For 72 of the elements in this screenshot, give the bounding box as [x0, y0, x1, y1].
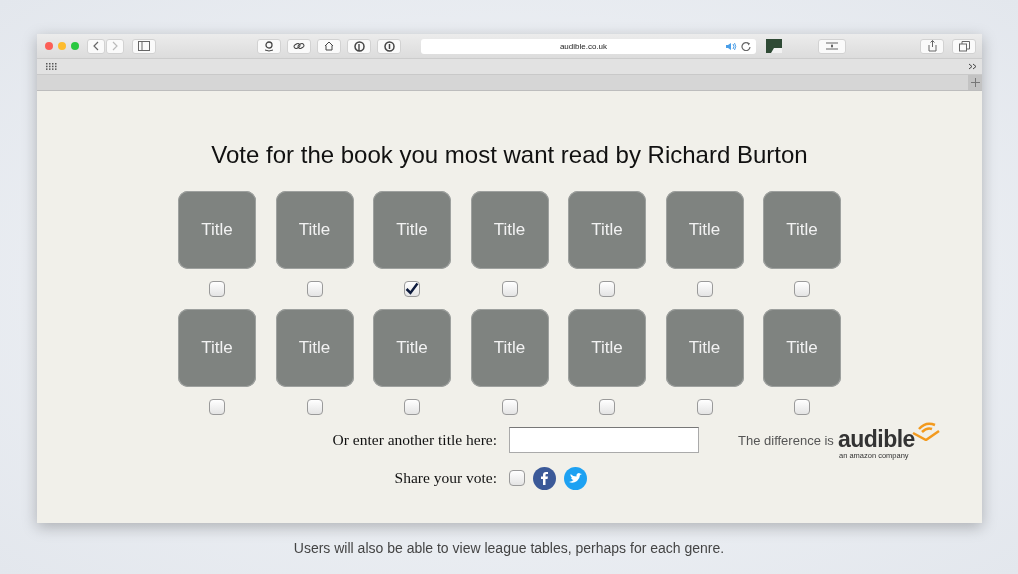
book-tile[interactable]: Title — [275, 191, 354, 269]
book-tile[interactable]: Title — [373, 191, 451, 269]
other-title-label: Or enter another title here: — [332, 431, 498, 449]
vote-checkbox[interactable] — [404, 399, 420, 415]
book-tile[interactable]: Title — [275, 309, 354, 387]
tabs-icon[interactable] — [952, 38, 976, 54]
share-icon[interactable] — [920, 38, 944, 54]
book-title: Title — [591, 338, 623, 358]
vote-checkbox[interactable] — [306, 281, 323, 297]
vote-checkbox[interactable] — [696, 399, 713, 415]
reload-icon[interactable] — [741, 41, 751, 51]
zoom-button[interactable] — [71, 42, 79, 50]
book-title: Title — [201, 338, 233, 358]
speaker-icon[interactable] — [725, 41, 737, 51]
slide-caption: Users will also be able to view league tables, perhaps for each genre. — [292, 540, 726, 556]
book-title: Title — [786, 338, 818, 358]
link-icon[interactable] — [287, 38, 311, 54]
book-tile[interactable]: Title — [373, 309, 451, 387]
vote-checkbox[interactable] — [794, 281, 810, 297]
reader-button[interactable] — [818, 38, 846, 54]
vote-checkbox[interactable] — [501, 399, 518, 415]
title-input-field[interactable] — [509, 427, 699, 453]
vote-checkbox[interactable] — [209, 281, 225, 297]
close-button[interactable] — [45, 42, 53, 50]
vote-checkbox[interactable] — [599, 399, 615, 415]
book-title: Title — [493, 220, 526, 240]
home-icon[interactable] — [317, 38, 341, 54]
book-tile[interactable]: Title — [665, 191, 744, 269]
logo-tagline: The difference is — [738, 432, 834, 448]
address-bar[interactable]: audible.co.uk — [421, 38, 756, 54]
book-title: Title — [396, 338, 428, 358]
book-tile[interactable]: Title — [178, 191, 256, 269]
vote-checkbox[interactable] — [794, 399, 810, 415]
book-tile[interactable]: Title — [763, 191, 841, 269]
book-title: Title — [786, 220, 818, 240]
book-tile[interactable]: Title — [568, 309, 646, 387]
bookmark-button[interactable] — [257, 38, 281, 54]
facebook-icon[interactable] — [533, 466, 556, 490]
book-title: Title — [688, 220, 721, 240]
page-heading: Vote for the book you most want read by Richard Burton — [211, 141, 808, 169]
book-title: Title — [201, 220, 233, 240]
vote-checkbox[interactable] — [696, 281, 713, 297]
book-title: Title — [688, 338, 721, 358]
chevron-icon[interactable] — [968, 63, 978, 70]
bird-icon[interactable] — [564, 466, 587, 490]
new-tab-button[interactable] — [968, 75, 982, 90]
book-title: Title — [298, 338, 331, 358]
vote-checkbox[interactable] — [599, 281, 615, 297]
apps-grid-icon[interactable] — [46, 63, 57, 70]
vote-checkbox[interactable] — [209, 399, 225, 415]
vote-checkbox[interactable] — [306, 399, 323, 415]
vote-checkbox[interactable] — [501, 281, 518, 297]
book-tile[interactable]: Title — [568, 191, 646, 269]
book-tile[interactable]: Title — [470, 191, 549, 269]
back-button[interactable] — [87, 38, 105, 54]
url-text: audible.co.uk — [558, 41, 609, 51]
info-icon[interactable] — [377, 38, 401, 54]
checkmark-icon — [405, 282, 419, 296]
book-tile[interactable]: Title — [665, 309, 744, 387]
book-title: Title — [493, 338, 526, 358]
book-title: Title — [591, 220, 623, 240]
vote-checkbox[interactable] — [404, 281, 420, 297]
share-checkbox[interactable] — [509, 470, 525, 486]
book-tile[interactable]: Title — [178, 309, 256, 387]
book-tile[interactable]: Title — [470, 309, 549, 387]
share-label: Share your vote: — [394, 469, 498, 487]
book-tile[interactable]: Title — [763, 309, 841, 387]
logo-wordmark: audible — [837, 426, 915, 451]
book-title: Title — [298, 220, 331, 240]
sidebar-icon — [138, 41, 150, 51]
sidebar-button[interactable] — [132, 38, 156, 54]
book-title: Title — [396, 220, 428, 240]
